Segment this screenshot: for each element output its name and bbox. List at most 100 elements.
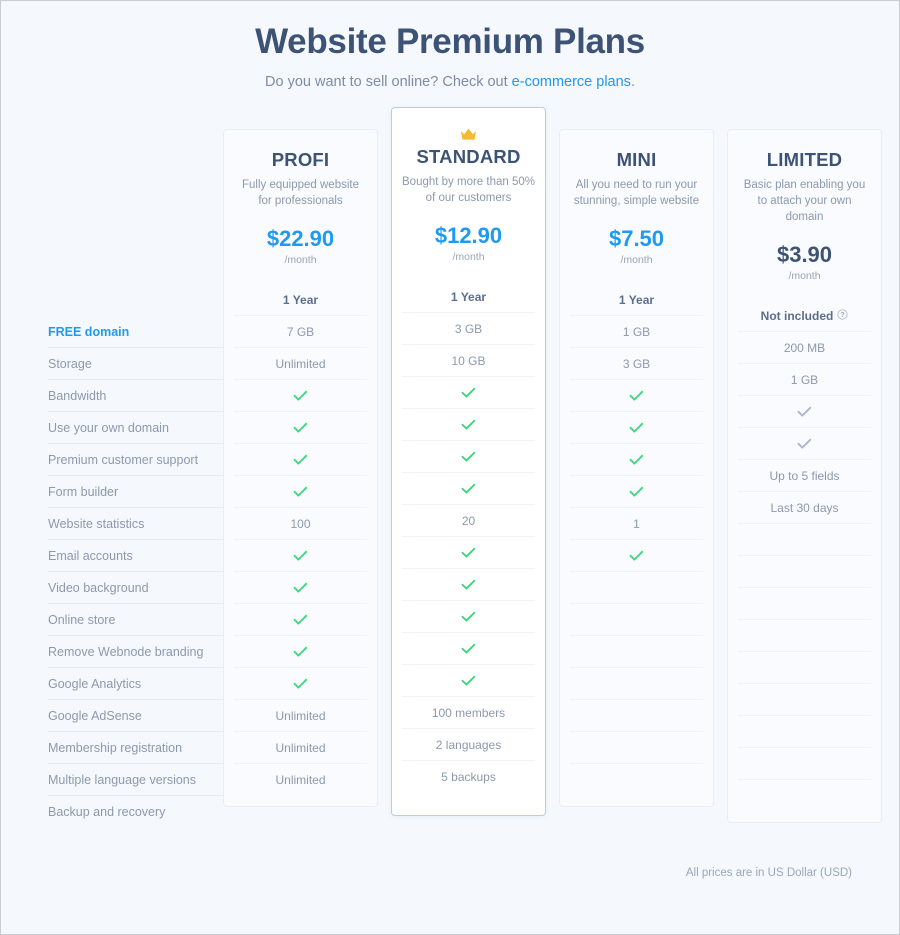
feature-label-row: Email accounts bbox=[48, 540, 223, 572]
plan-feature-value: 1 bbox=[633, 516, 640, 531]
plan-feature-cell bbox=[234, 444, 367, 476]
feature-label-text: Use your own domain bbox=[48, 420, 169, 435]
plan-feature-cell: 1 Year bbox=[570, 284, 703, 316]
check-icon bbox=[461, 547, 476, 559]
check-icon bbox=[293, 646, 308, 658]
check-icon bbox=[293, 550, 308, 562]
plan-feature-cell bbox=[234, 412, 367, 444]
feature-label-text: Google Analytics bbox=[48, 676, 142, 691]
plan-card-limited[interactable]: LIMITED Basic plan enabling you to attach… bbox=[727, 129, 882, 823]
check-icon bbox=[293, 678, 308, 690]
plan-feature-value: 1 GB bbox=[622, 324, 651, 339]
plan-feature-values: Not included? 200 MB 1 GB Up to 5 fields Las… bbox=[728, 300, 881, 812]
plan-feature-cell bbox=[234, 476, 367, 508]
subtitle-text-before: Do you want to sell online? Check out bbox=[265, 74, 512, 90]
feature-label-row: Storage bbox=[48, 348, 223, 380]
plan-feature-cell: 10 GB bbox=[402, 345, 535, 377]
plan-feature-cell bbox=[570, 604, 703, 636]
check-icon bbox=[293, 390, 308, 402]
plan-feature-cell: 100 bbox=[234, 508, 367, 540]
plan-feature-cell bbox=[738, 396, 871, 428]
feature-label-row: Multiple language versions bbox=[48, 764, 223, 796]
plan-feature-cell: Unlimited bbox=[234, 764, 367, 796]
feature-label-text: Premium customer support bbox=[48, 452, 199, 467]
plan-feature-value: Up to 5 fields bbox=[769, 468, 840, 483]
plan-feature-cell bbox=[402, 569, 535, 601]
plan-card-mini[interactable]: MINI All you need to run your stunning, s… bbox=[559, 129, 714, 807]
plan-name: LIMITED bbox=[766, 149, 843, 170]
check-icon bbox=[461, 675, 476, 687]
plan-feature-cell bbox=[570, 572, 703, 604]
plan-feature-cell bbox=[738, 684, 871, 716]
plan-price: $7.50 bbox=[608, 226, 665, 251]
feature-label-text: Bandwidth bbox=[48, 388, 107, 403]
plan-feature-cell: Not included? bbox=[738, 300, 871, 332]
plan-feature-value: 3 GB bbox=[454, 321, 483, 336]
plan-feature-cell bbox=[570, 412, 703, 444]
plan-feature-cell bbox=[738, 780, 871, 812]
plan-feature-value: 1 GB bbox=[790, 372, 819, 387]
plan-card-standard[interactable]: STANDARD Bought by more than 50% of our c… bbox=[391, 107, 546, 816]
check-icon bbox=[629, 550, 644, 562]
price-currency-note: All prices are in US Dollar (USD) bbox=[685, 867, 852, 879]
plan-feature-value: 3 GB bbox=[622, 356, 651, 371]
plan-price: $22.90 bbox=[266, 226, 335, 251]
plan-feature-cell: Unlimited bbox=[234, 348, 367, 380]
check-icon bbox=[461, 643, 476, 655]
plan-price-period: /month bbox=[788, 270, 821, 282]
feature-label-text: Google AdSense bbox=[48, 708, 142, 723]
feature-label-row: Online store bbox=[48, 604, 223, 636]
plan-feature-cell: 100 members bbox=[402, 697, 535, 729]
feature-label-text: Membership registration bbox=[48, 740, 183, 755]
plan-feature-cell bbox=[738, 620, 871, 652]
plan-feature-values: 1 Year 1 GB 3 GB 1 bbox=[560, 284, 713, 796]
plan-feature-value: 10 GB bbox=[451, 353, 486, 368]
check-icon bbox=[461, 483, 476, 495]
plan-feature-cell bbox=[402, 473, 535, 505]
plan-feature-cell bbox=[402, 377, 535, 409]
plan-feature-cell bbox=[234, 380, 367, 412]
plan-feature-value: 5 backups bbox=[441, 770, 496, 784]
plan-feature-cell bbox=[402, 409, 535, 441]
plan-feature-cell bbox=[738, 716, 871, 748]
plan-feature-cell: 5 backups bbox=[402, 761, 535, 793]
plan-feature-value: Unlimited bbox=[275, 708, 326, 723]
plan-feature-cell bbox=[570, 700, 703, 732]
plan-feature-cell: 1 Year bbox=[234, 284, 367, 316]
plan-feature-cell bbox=[738, 524, 871, 556]
feature-label-row: Membership registration bbox=[48, 732, 223, 764]
subtitle-text-after: . bbox=[630, 74, 635, 90]
plan-feature-cell: Up to 5 fields bbox=[738, 460, 871, 492]
plan-feature-cell: Last 30 days bbox=[738, 492, 871, 524]
check-icon bbox=[461, 419, 476, 431]
plan-feature-cell bbox=[402, 665, 535, 697]
plan-feature-value: 1 Year bbox=[450, 289, 487, 304]
check-icon bbox=[629, 422, 644, 434]
check-icon bbox=[293, 454, 308, 466]
info-icon[interactable]: ? bbox=[837, 308, 848, 323]
ecommerce-plans-link[interactable]: e-commerce plans bbox=[512, 74, 631, 90]
feature-label-text: Website statistics bbox=[48, 516, 145, 531]
feature-label-row: Use your own domain bbox=[48, 412, 223, 444]
feature-label-text: FREE domain bbox=[48, 324, 130, 339]
plan-card-profi[interactable]: PROFI Fully equipped website for professi… bbox=[223, 129, 378, 807]
plan-feature-cell bbox=[738, 588, 871, 620]
plan-feature-cell: 3 GB bbox=[402, 313, 535, 345]
plan-feature-value: Not included bbox=[760, 308, 834, 323]
plan-columns: PROFI Fully equipped website for professi… bbox=[223, 107, 882, 823]
plan-feature-value: 2 languages bbox=[435, 737, 502, 752]
check-icon bbox=[461, 579, 476, 591]
plan-feature-value: Unlimited bbox=[275, 773, 326, 787]
plan-feature-cell: 200 MB bbox=[738, 332, 871, 364]
crown-icon bbox=[392, 125, 545, 143]
check-icon bbox=[293, 582, 308, 594]
plan-feature-value: 100 bbox=[290, 516, 311, 531]
plan-feature-value: 1 Year bbox=[618, 292, 655, 307]
plan-feature-value: 7 GB bbox=[286, 324, 315, 339]
plan-price: $3.90 bbox=[776, 242, 833, 267]
feature-label-text: Email accounts bbox=[48, 548, 133, 563]
plan-feature-cell: 7 GB bbox=[234, 316, 367, 348]
plan-feature-cell: Unlimited bbox=[234, 732, 367, 764]
plan-description: Fully equipped website for professionals bbox=[242, 179, 359, 207]
plan-feature-cell bbox=[570, 540, 703, 572]
